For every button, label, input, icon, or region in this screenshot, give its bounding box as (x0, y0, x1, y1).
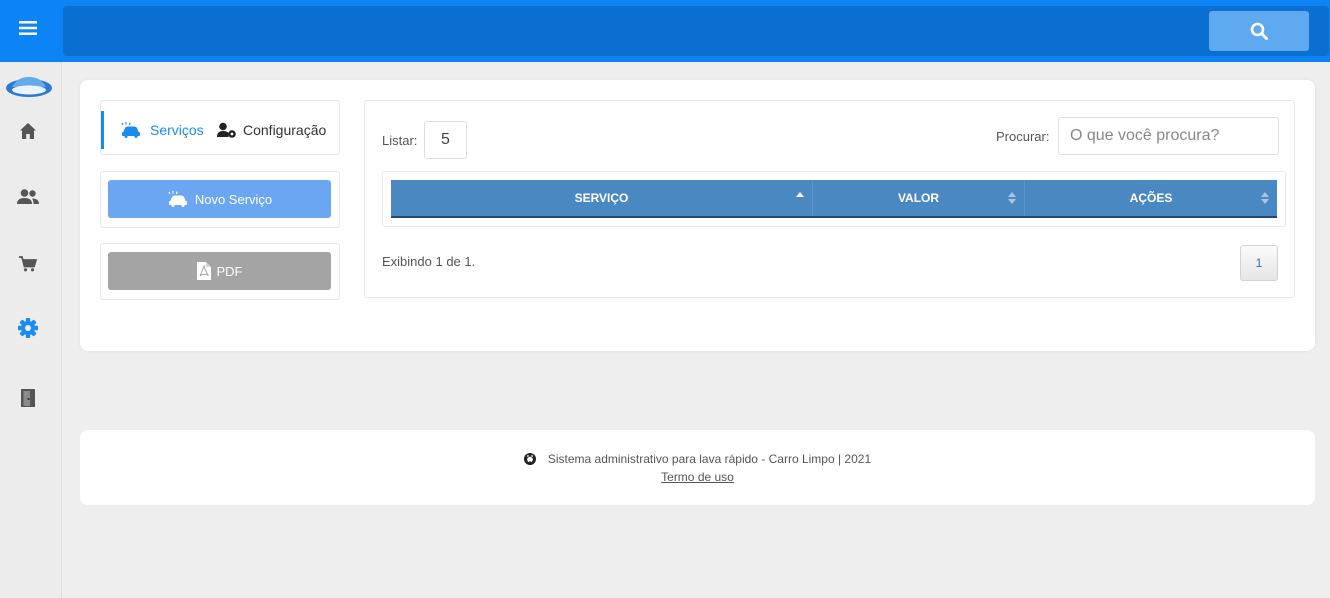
new-service-wrapper: Novo Serviço (100, 171, 340, 228)
pdf-button[interactable]: PDF (108, 252, 331, 290)
carro-limpo-logo (6, 77, 52, 97)
table-search-input[interactable] (1058, 117, 1279, 155)
new-service-button[interactable]: Novo Serviço (108, 180, 331, 218)
terms-of-use-link[interactable]: Termo de uso (661, 470, 734, 484)
sidebar-item-settings[interactable] (17, 317, 39, 339)
footer-text: Sistema administrativo para lava rápido … (547, 452, 872, 466)
top-bar (0, 0, 1330, 62)
services-table-panel: Listar: 5 Procurar: SERVIÇO VALOR (364, 100, 1295, 298)
table-header-wrapper: SERVIÇO VALOR AÇÕES (382, 171, 1286, 227)
exit-door-icon (21, 389, 35, 407)
column-service[interactable]: SERVIÇO (391, 180, 813, 216)
column-actions[interactable]: AÇÕES (1025, 180, 1277, 216)
hamburger-icon (19, 21, 37, 35)
table-info: Exibindo 1 de 1. (382, 254, 476, 269)
github-icon (523, 453, 536, 465)
gear-icon (18, 318, 38, 338)
pagination-page-button[interactable]: 1 (1240, 245, 1278, 281)
tab-services[interactable]: Serviços (101, 111, 204, 149)
sidebar-item-cart[interactable] (17, 253, 39, 275)
sidebar (0, 62, 62, 598)
car-wash-icon (168, 191, 187, 207)
column-actions-label: AÇÕES (1129, 191, 1173, 205)
tab-configuration-label: Configuração (243, 122, 327, 138)
sort-both-icon (1261, 192, 1269, 204)
sidebar-item-logout[interactable] (17, 387, 39, 409)
search-button[interactable] (1209, 11, 1309, 51)
column-value[interactable]: VALOR (813, 180, 1025, 216)
column-value-label: VALOR (897, 191, 940, 205)
list-length-label: Listar: (382, 133, 418, 148)
sidebar-item-clients[interactable] (17, 186, 39, 208)
tab-configuration[interactable]: Configuração (217, 111, 326, 149)
terms-of-use-link-wrapper: Termo de uso (80, 470, 1315, 484)
sort-ascending-icon (796, 192, 804, 197)
pdf-wrapper: PDF (100, 243, 340, 300)
top-bar-panel (63, 6, 1329, 56)
home-icon (20, 123, 36, 139)
main-card: Serviços Configuração Novo Serviço PDF L… (80, 80, 1315, 351)
footer-line: Sistema administrativo para lava rápido … (80, 452, 1315, 466)
pdf-label: PDF (216, 263, 243, 279)
tabs: Serviços Configuração (100, 100, 340, 155)
footer: Sistema administrativo para lava rápido … (80, 430, 1315, 505)
table-header-row: SERVIÇO VALOR AÇÕES (391, 180, 1277, 218)
car-wash-icon (121, 122, 140, 138)
search-label: Procurar: (996, 129, 1050, 144)
sidebar-item-home[interactable] (17, 120, 39, 142)
list-length-select[interactable]: 5 (424, 121, 467, 159)
new-service-label: Novo Serviço (194, 191, 273, 207)
menu-button[interactable] (0, 0, 56, 56)
pdf-file-icon (196, 262, 211, 280)
tab-services-label: Serviços (150, 122, 204, 138)
search-icon (1250, 22, 1268, 40)
users-icon (17, 189, 39, 204)
user-cog-icon (217, 122, 236, 138)
cart-icon (19, 256, 37, 272)
sort-both-icon (1008, 192, 1016, 204)
column-service-label: SERVIÇO (574, 191, 629, 205)
